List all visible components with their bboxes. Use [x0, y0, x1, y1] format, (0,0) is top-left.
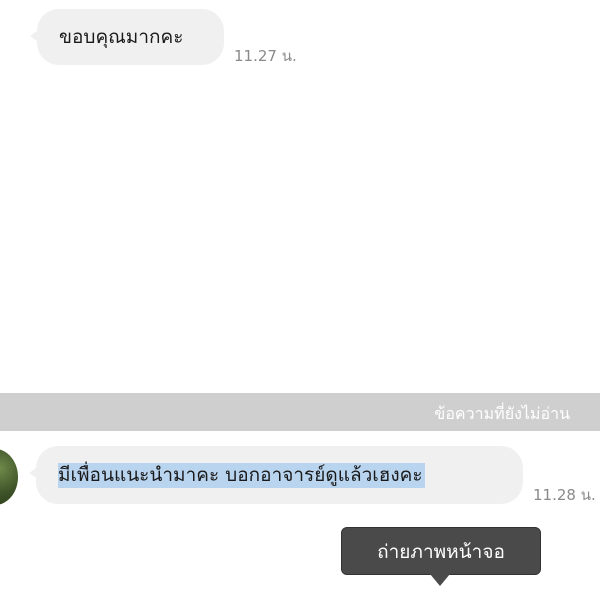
chat-window: ขอบคุณมากคะ 11.27 น. ข้อความที่ยังไม่อ่า… [0, 0, 600, 600]
message-bubble[interactable]: ขอบคุณมากคะ [30, 9, 224, 65]
screenshot-button[interactable]: ถ่ายภาพหน้าจอ [341, 527, 541, 586]
avatar[interactable] [0, 449, 18, 505]
message-timestamp: 11.27 น. [234, 47, 297, 65]
message-text-selected[interactable]: มีเพื่อนแนะนำมาคะ บอกอาจารย์ดูแล้วเฮงคะ [58, 463, 425, 488]
message-text: ขอบคุณมากคะ [59, 26, 184, 48]
message-timestamp: 11.28 น. [533, 486, 596, 504]
unread-divider: ข้อความที่ยังไม่อ่าน [0, 393, 600, 431]
message-bubble[interactable]: มีเพื่อนแนะนำมาคะ บอกอาจารย์ดูแล้วเฮงคะ [29, 446, 523, 504]
screenshot-button-label: ถ่ายภาพหน้าจอ [377, 541, 505, 563]
unread-divider-label: ข้อความที่ยังไม่อ่าน [434, 404, 570, 423]
